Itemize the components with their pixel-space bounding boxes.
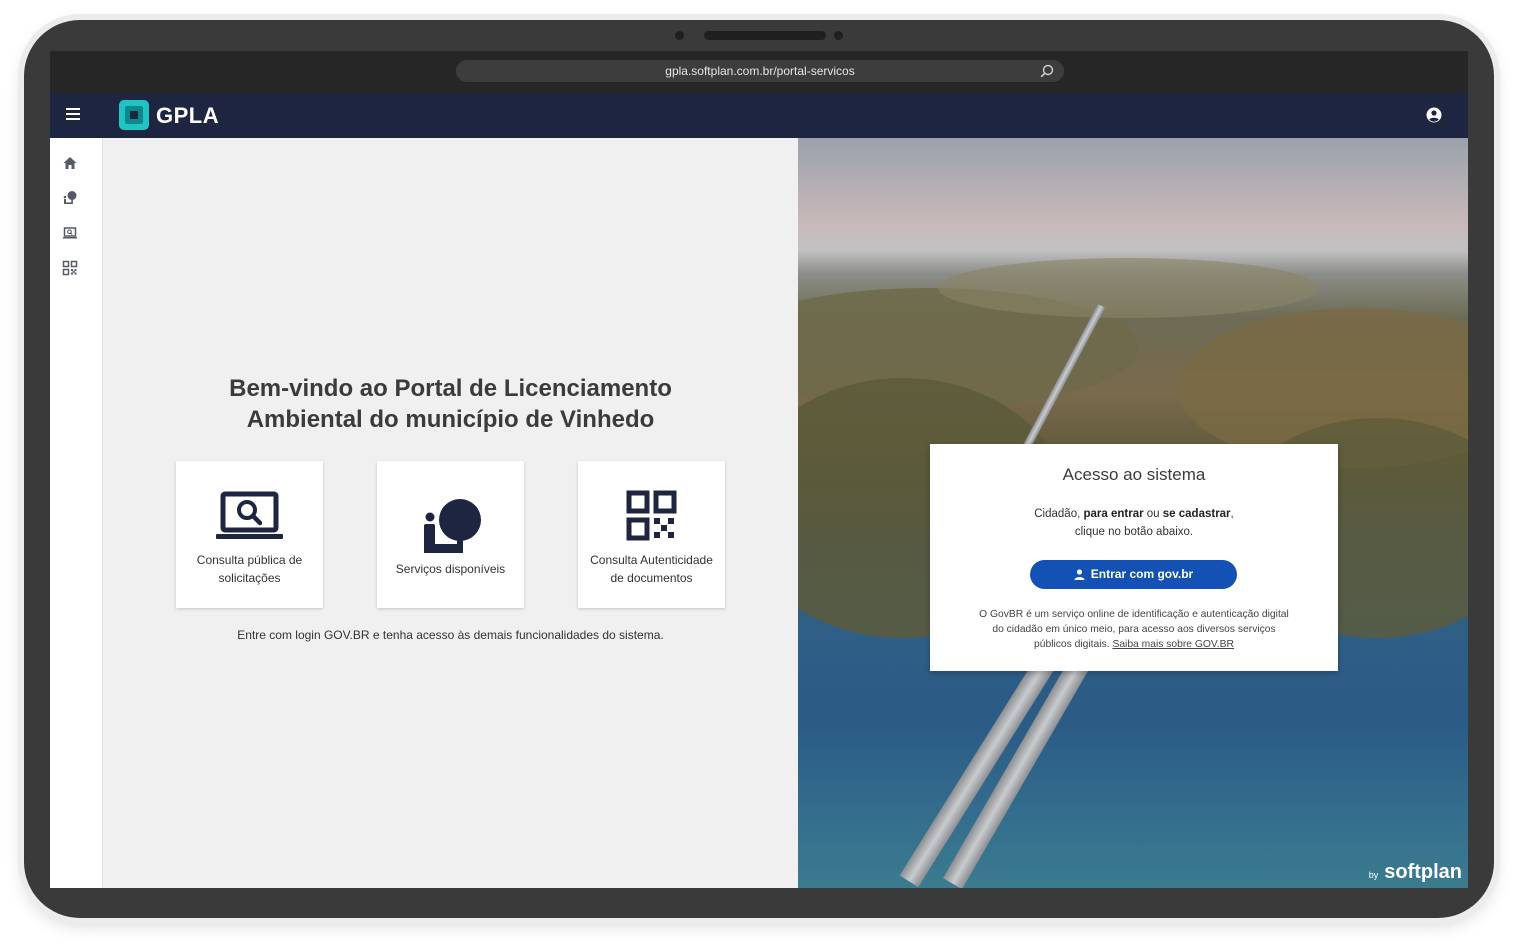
govbr-learn-more-link[interactable]: Saiba mais sobre GOV.BR [1112,639,1234,650]
speaker-grille [704,31,826,40]
qr-code-icon [626,490,677,541]
url-field[interactable]: gpla.softplan.com.br/portal-servicos [456,60,1064,82]
menu-icon[interactable] [66,108,80,120]
laptop-search-icon[interactable] [62,225,78,241]
softplan-logo: by softplan [1368,861,1462,883]
gpla-logo-icon[interactable] [119,100,149,130]
qr-code-icon[interactable] [62,260,78,276]
tablet-frame: gpla.softplan.com.br/portal-servicos GPL… [24,20,1494,918]
laptop-search-icon [216,491,283,539]
login-instructions: Cidadão, para entrar ou se cadastrar, cl… [1034,508,1234,538]
user-account-icon[interactable] [1426,107,1442,123]
app-logo-text[interactable]: GPLA [156,103,219,129]
browser-address-bar: gpla.softplan.com.br/portal-servicos [50,51,1468,93]
photo-land [938,258,1318,318]
screen: gpla.softplan.com.br/portal-servicos GPL… [50,51,1468,888]
camera-dot [675,31,684,40]
home-icon[interactable] [62,155,78,171]
sidebar [50,138,103,888]
govbr-login-button[interactable]: Entrar com gov.br [1030,560,1237,589]
url-text: gpla.softplan.com.br/portal-servicos [665,64,855,78]
card-label: Serviços disponíveis [395,562,506,576]
sensor-dot [834,31,843,40]
card-label: Consulta pública de solicitações [196,553,303,585]
govbr-description: O GovBR é um serviço online de identific… [979,609,1289,650]
login-title: Acesso ao sistema [1062,465,1206,484]
app-header: GPLA [50,93,1468,138]
card-consulta-autenticidade[interactable]: Consulta Autenticidade de documentos [578,461,725,608]
card-label: Consulta Autenticidade de documentos [590,553,713,585]
login-card: Acesso ao sistema Cidadão, para entrar o… [930,444,1338,671]
card-servicos-disponiveis[interactable]: Serviços disponíveis [377,461,524,608]
login-hint-text: Entre com login GOV.BR e tenha acesso às… [237,628,664,642]
user-icon [1074,569,1085,580]
search-icon[interactable] [1040,64,1054,78]
welcome-panel: Bem-vindo ao Portal de Licenciamento Amb… [103,138,798,888]
page-title: Bem-vindo ao Portal de Licenciamento Amb… [229,375,672,433]
card-consulta-publica[interactable]: Consulta pública de solicitações [176,461,323,608]
person-tree-icon [424,499,481,553]
services-icon[interactable] [62,190,78,206]
